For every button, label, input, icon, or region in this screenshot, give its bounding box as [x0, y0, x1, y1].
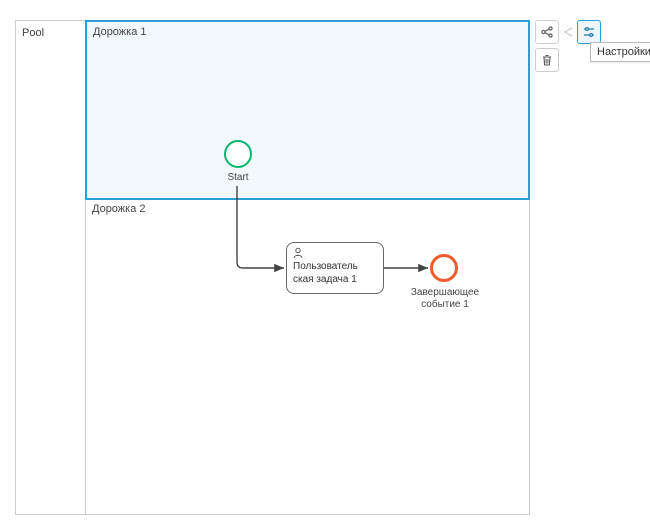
lane-2-label: Дорожка 2: [92, 203, 146, 215]
start-event-label: Start: [214, 172, 262, 184]
user-icon: [292, 247, 304, 259]
toolbar-row-1: [535, 20, 601, 44]
lane-1-label: Дорожка 1: [93, 26, 147, 38]
trash-icon: [540, 53, 554, 67]
bpmn-canvas[interactable]: Pool Дорожка 1 Start Дорожка 2 Пользоват…: [15, 20, 530, 515]
share-button[interactable]: [535, 20, 559, 44]
pool-header[interactable]: Pool: [16, 21, 86, 514]
end-event-label: Завершающее событие 1: [404, 287, 486, 311]
settings-button[interactable]: [577, 20, 601, 44]
start-event[interactable]: [224, 140, 252, 168]
user-task-label: Пользователь ская задача 1: [293, 261, 377, 286]
user-task[interactable]: Пользователь ская задача 1: [286, 242, 384, 294]
settings-tooltip: Настройки: [590, 42, 650, 62]
end-event[interactable]: [430, 254, 458, 282]
lane-1[interactable]: Дорожка 1 Start: [85, 20, 530, 200]
tooltip-pointer: [563, 20, 573, 44]
share-icon: [540, 25, 554, 39]
pool-label: Pool: [22, 27, 44, 39]
delete-button[interactable]: [535, 48, 559, 72]
sliders-icon: [582, 25, 596, 39]
